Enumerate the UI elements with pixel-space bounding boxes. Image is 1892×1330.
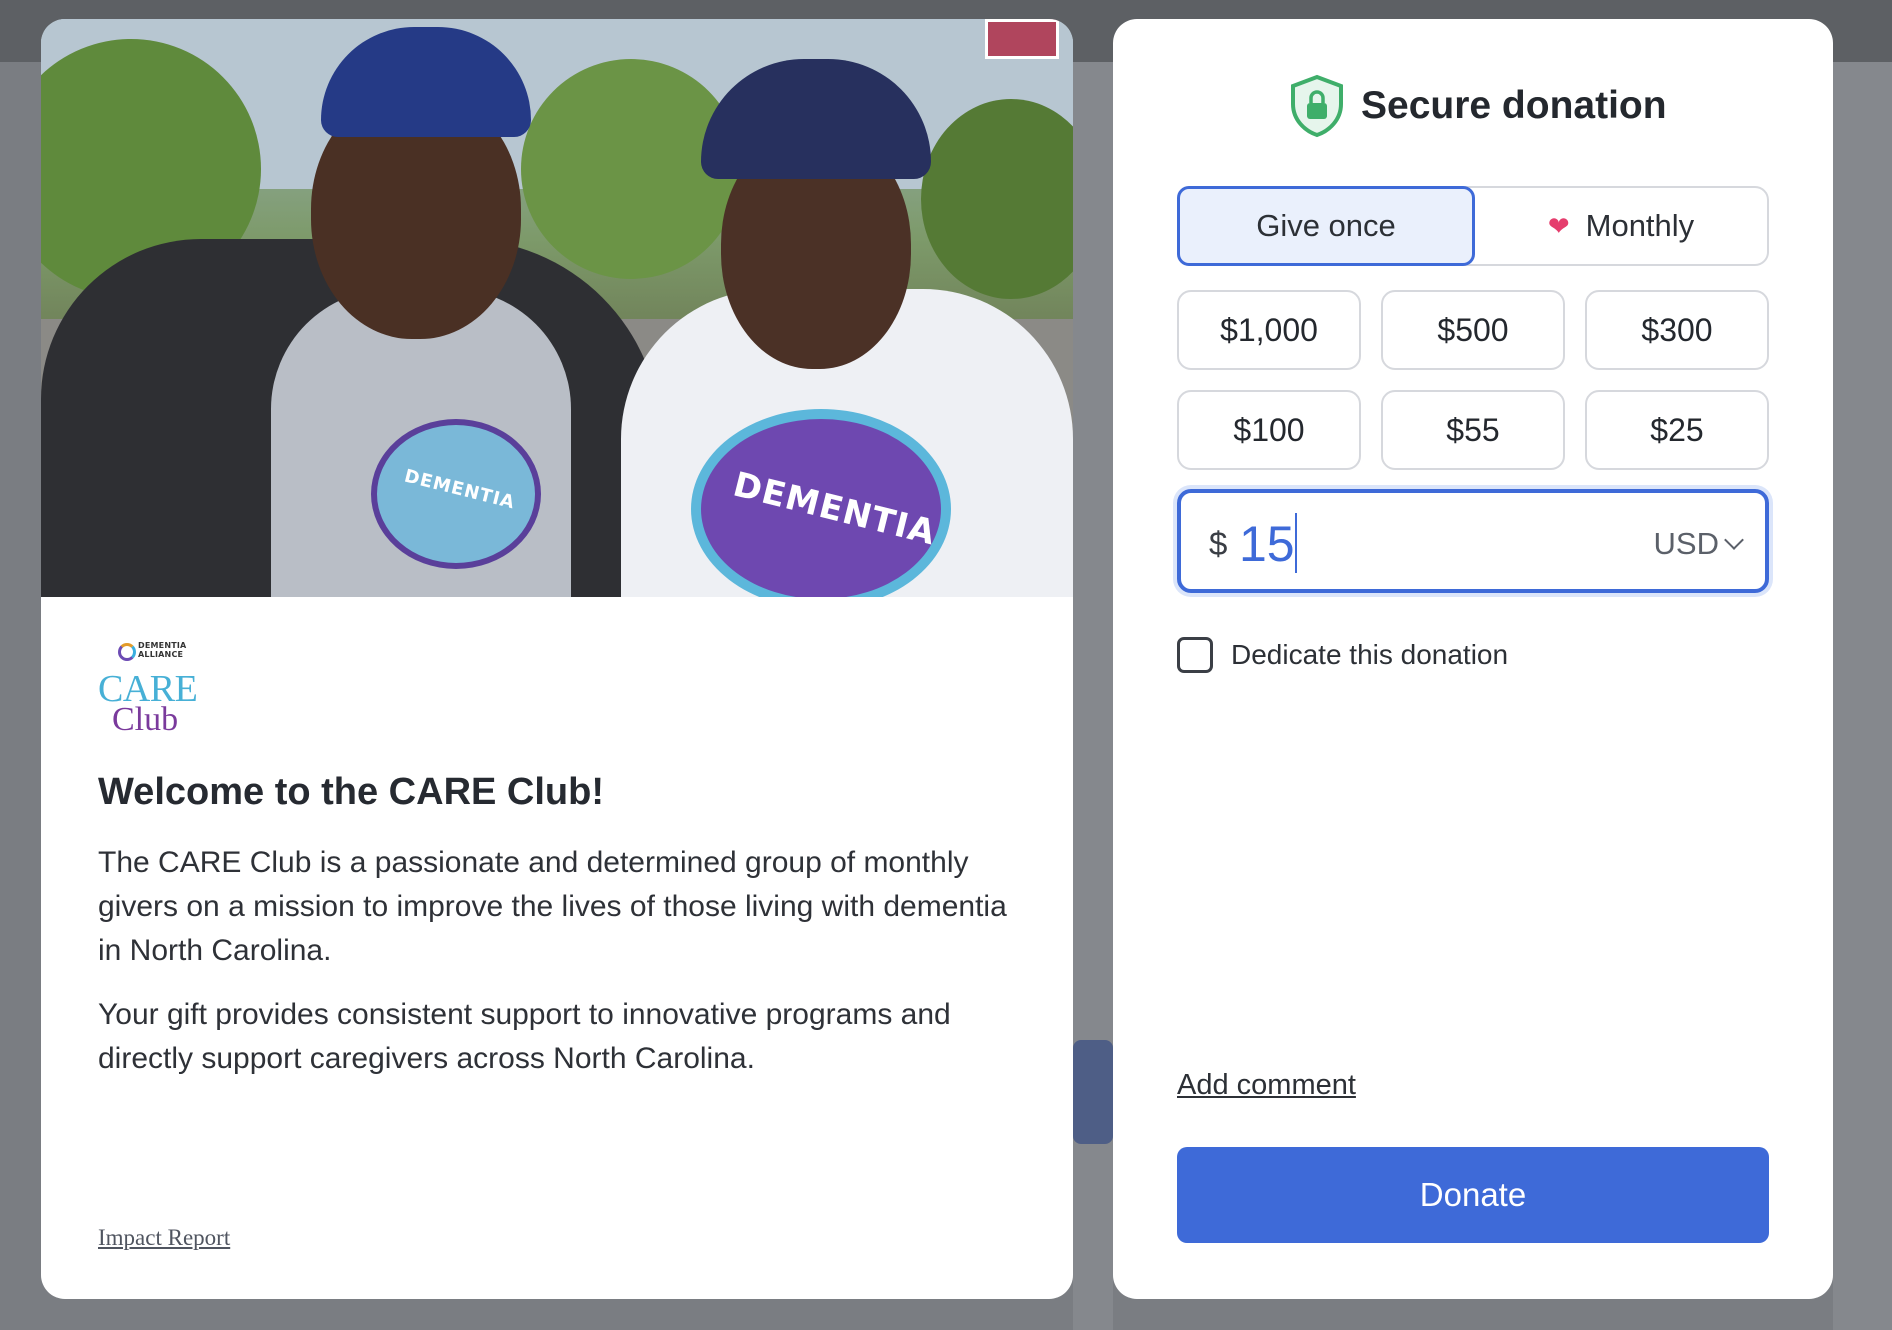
chevron-down-icon: [1724, 530, 1744, 550]
shield-lock-icon: [1291, 74, 1343, 138]
add-comment-link[interactable]: Add comment: [1177, 1069, 1356, 1102]
care-club-info-card: DEMENTIA DEMENTIA DEMENTIA ALLIANCE CARE…: [41, 19, 1073, 1299]
dedicate-checkbox[interactable]: [1177, 637, 1213, 673]
currency-symbol: $: [1209, 525, 1228, 562]
amount-25-button[interactable]: $25: [1585, 390, 1769, 470]
donation-form-card: Secure donation Give once ❤ Monthly $1,0…: [1113, 19, 1833, 1299]
give-once-tab[interactable]: Give once: [1177, 186, 1475, 266]
impact-report-link[interactable]: Impact Report: [98, 1225, 230, 1251]
care-club-logo: DEMENTIA ALLIANCE CARE Club: [98, 641, 198, 738]
amount-100-button[interactable]: $100: [1177, 390, 1361, 470]
amount-value: 15: [1239, 516, 1295, 572]
donation-header: Secure donation: [1289, 74, 1709, 144]
currency-select[interactable]: USD: [1654, 526, 1744, 562]
frequency-toggle: Give once ❤ Monthly: [1177, 186, 1769, 266]
amount-500-button[interactable]: $500: [1381, 290, 1565, 370]
welcome-title: Welcome to the CARE Club!: [98, 771, 604, 813]
dedicate-label: Dedicate this donation: [1231, 639, 1509, 670]
amount-55-button[interactable]: $55: [1381, 390, 1565, 470]
custom-amount-input[interactable]: $ 15 USD: [1177, 489, 1769, 593]
donation-title: Secure donation: [1361, 84, 1667, 127]
preset-amounts: $1,000 $500 $300 $100 $55 $25: [1177, 290, 1769, 470]
heart-icon: ❤: [1547, 210, 1570, 241]
amount-1000-button[interactable]: $1,000: [1177, 290, 1361, 370]
amount-300-button[interactable]: $300: [1585, 290, 1769, 370]
text-caret: [1295, 513, 1297, 573]
monthly-tab[interactable]: ❤ Monthly: [1475, 188, 1767, 264]
gift-paragraph: Your gift provides consistent support to…: [98, 998, 951, 1075]
alliance-logo-icon: [118, 643, 136, 661]
dedicate-option[interactable]: Dedicate this donation: [1177, 637, 1508, 673]
hero-photo: DEMENTIA DEMENTIA: [41, 19, 1073, 597]
donate-button[interactable]: Donate: [1177, 1147, 1769, 1243]
background-button: [1073, 1040, 1113, 1144]
background-card-right: [1833, 62, 1892, 1330]
intro-paragraph: The CARE Club is a passionate and determ…: [98, 846, 1007, 967]
